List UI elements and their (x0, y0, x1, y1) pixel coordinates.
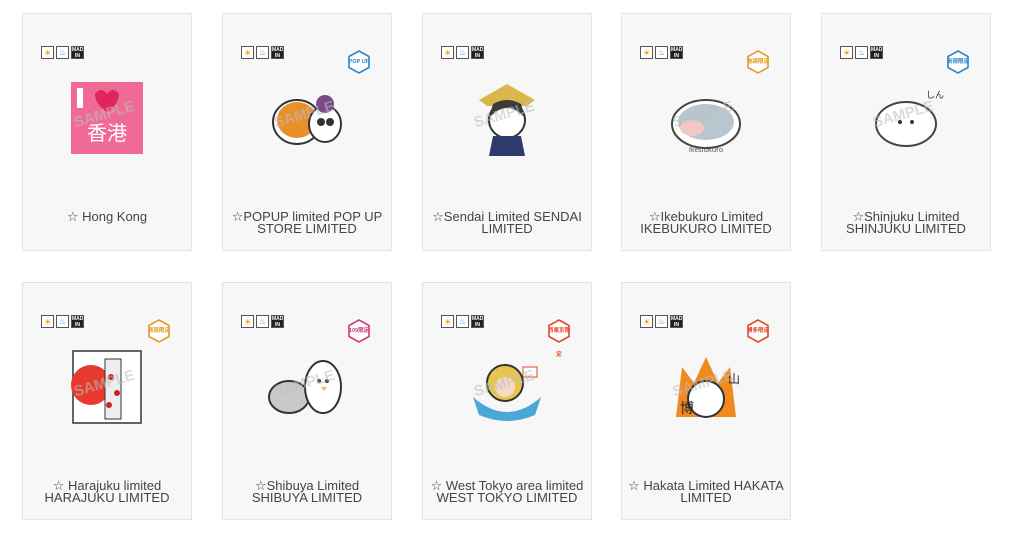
product-title-line2: LIMITED (481, 221, 533, 236)
limited-tag-label: 池袋限定 (746, 59, 769, 65)
product-card[interactable]: ☀♨MADE IN JAPAN POP UP SAMPLE ☆POPUP limite… (222, 13, 392, 251)
product-title-line2: SHIBUYA LIMITED (251, 490, 363, 505)
sun-badge-icon: ☀ (41, 46, 54, 59)
product-card[interactable]: ☀♨MADE IN JAPAN 池袋限定 IkebukuroSAMPLE ☆Ikebu… (621, 13, 791, 251)
sun-badge-icon: ☀ (241, 315, 254, 328)
product-title-line2: IKEBUKURO LIMITED (640, 221, 772, 236)
sun-badge-icon: ☀ (640, 315, 653, 328)
onsen-badge-icon: ♨ (456, 315, 469, 328)
limited-tag-label: 原宿限定 (147, 328, 170, 334)
limited-tag-label: 新宿限定 (946, 59, 969, 65)
product-title[interactable]: ☆Sendai Limited SENDAI LIMITED (427, 210, 587, 236)
product-card[interactable]: ☀♨MADE IN JAPAN 原宿限定 SAMPLE ☆ Harajuku limi… (22, 282, 192, 520)
product-image[interactable]: SAMPLE (467, 78, 547, 163)
badge-row: ☀♨MADE IN JAPAN (241, 46, 284, 59)
made-in-japan-badge: MADE IN JAPAN (870, 46, 883, 59)
product-image[interactable]: SAMPLE (467, 347, 547, 432)
badge-row: ☀♨MADE IN JAPAN (41, 46, 84, 59)
badge-row: ☀♨MADE IN JAPAN (640, 46, 683, 59)
product-title-line2: LIMITED (680, 490, 732, 505)
sun-badge-icon: ☀ (241, 46, 254, 59)
product-card[interactable]: ☀♨MADE IN JAPAN 博多限定博山SAMPLE ☆ Hakata Limi… (621, 282, 791, 520)
onsen-badge-icon: ♨ (256, 46, 269, 59)
onsen-badge-icon: ♨ (655, 46, 668, 59)
sun-badge-icon: ☀ (41, 315, 54, 328)
limited-tag-badge: 西東京限定 (547, 319, 571, 358)
product-card[interactable]: ☀♨MADE IN JAPAN SAMPLE ☆Sendai Limited SEN… (422, 13, 592, 251)
badge-row: ☀♨MADE IN JAPAN (241, 315, 284, 328)
product-image[interactable]: SAMPLE (267, 347, 347, 432)
sun-badge-icon: ☀ (640, 46, 653, 59)
product-image[interactable]: SAMPLE (67, 347, 147, 432)
product-title-line2: WEST TOKYO LIMITED (436, 490, 578, 505)
product-title[interactable]: ☆Shinjuku Limited SHINJUKU LIMITED (826, 210, 986, 236)
badge-row: ☀♨MADE IN JAPAN (640, 315, 683, 328)
product-image[interactable]: しんじゅくSAMPLE (866, 78, 971, 163)
made-in-japan-badge: MADE IN JAPAN (71, 46, 84, 59)
made-in-japan-badge: MADE IN JAPAN (670, 315, 683, 328)
limited-tag-label: 博多限定 (746, 328, 769, 334)
limited-tag-badge: 原宿限定 (147, 319, 171, 343)
product-title-line1: ☆ Hong Kong (66, 209, 148, 224)
onsen-badge-icon: ♨ (56, 315, 69, 328)
made-in-japan-badge: MADE IN JAPAN (71, 315, 84, 328)
limited-tag-label: POP UP (348, 59, 370, 65)
product-image[interactable]: SAMPLE (267, 78, 347, 163)
limited-tag-badge: 池袋限定 (746, 50, 770, 74)
limited-tag-badge: 新宿限定 (946, 50, 970, 74)
made-in-japan-badge: MADE IN JAPAN (271, 315, 284, 328)
onsen-badge-icon: ♨ (456, 46, 469, 59)
product-title-line2: HARAJUKU LIMITED (44, 490, 170, 505)
sun-badge-icon: ☀ (840, 46, 853, 59)
badge-row: ☀♨MADE IN JAPAN (840, 46, 883, 59)
product-image[interactable]: 香港 SAMPLE (67, 78, 147, 163)
onsen-badge-icon: ♨ (855, 46, 868, 59)
svg-text:博: 博 (680, 400, 694, 417)
sun-badge-icon: ☀ (441, 46, 454, 59)
product-card[interactable]: ☀♨MADE IN JAPAN 109限定 SAMPLE ☆Shibuya Limit… (222, 282, 392, 520)
badge-row: ☀♨MADE IN JAPAN (441, 315, 484, 328)
sun-badge-icon: ☀ (441, 315, 454, 328)
product-title[interactable]: ☆ Harajuku limited HARAJUKU LIMITED (27, 479, 187, 505)
onsen-badge-icon: ♨ (56, 46, 69, 59)
product-image[interactable]: 博山 SAMPLE (666, 347, 746, 432)
product-title-line2: STORE LIMITED (257, 221, 357, 236)
made-in-japan-badge: MADE IN JAPAN (670, 46, 683, 59)
made-in-japan-badge: MADE IN JAPAN (271, 46, 284, 59)
product-card[interactable]: ☀♨MADE IN JAPAN 香港SAMPLE ☆ Hong Kong (22, 13, 192, 251)
svg-text:Ikebukuro: Ikebukuro (689, 146, 723, 154)
onsen-badge-icon: ♨ (655, 315, 668, 328)
badge-row: ☀♨MADE IN JAPAN (441, 46, 484, 59)
limited-tag-badge: POP UP (347, 50, 371, 74)
made-in-japan-badge: MADE IN JAPAN (471, 315, 484, 328)
product-card[interactable]: ☀♨MADE IN JAPAN 新宿限定しんじゅくSAMPLE ☆Shinjuku … (821, 13, 991, 251)
made-in-japan-badge: MADE IN JAPAN (471, 46, 484, 59)
product-title[interactable]: ☆Shibuya Limited SHIBUYA LIMITED (227, 479, 387, 505)
product-title[interactable]: ☆ West Tokyo area limited WEST TOKYO LIMI… (427, 479, 587, 505)
product-card[interactable]: ☀♨MADE IN JAPAN 西東京限定SAMPLE ☆ West Tokyo a… (422, 282, 592, 520)
product-title[interactable]: ☆ Hakata Limited HAKATA LIMITED (626, 479, 786, 505)
product-title-line2: SHINJUKU LIMITED (846, 221, 966, 236)
limited-tag-label: 109限定 (348, 328, 370, 334)
limited-tag-label: 西東京限定 (547, 328, 570, 358)
onsen-badge-icon: ♨ (256, 315, 269, 328)
badge-row: ☀♨MADE IN JAPAN (41, 315, 84, 328)
product-title[interactable]: ☆POPUP limited POP UP STORE LIMITED (227, 210, 387, 236)
product-title[interactable]: ☆ Hong Kong (27, 209, 187, 224)
limited-tag-badge: 博多限定 (746, 319, 770, 343)
limited-tag-badge: 109限定 (347, 319, 371, 343)
product-title[interactable]: ☆Ikebukuro Limited IKEBUKURO LIMITED (626, 210, 786, 236)
product-image[interactable]: Ikebukuro SAMPLE (666, 78, 746, 163)
